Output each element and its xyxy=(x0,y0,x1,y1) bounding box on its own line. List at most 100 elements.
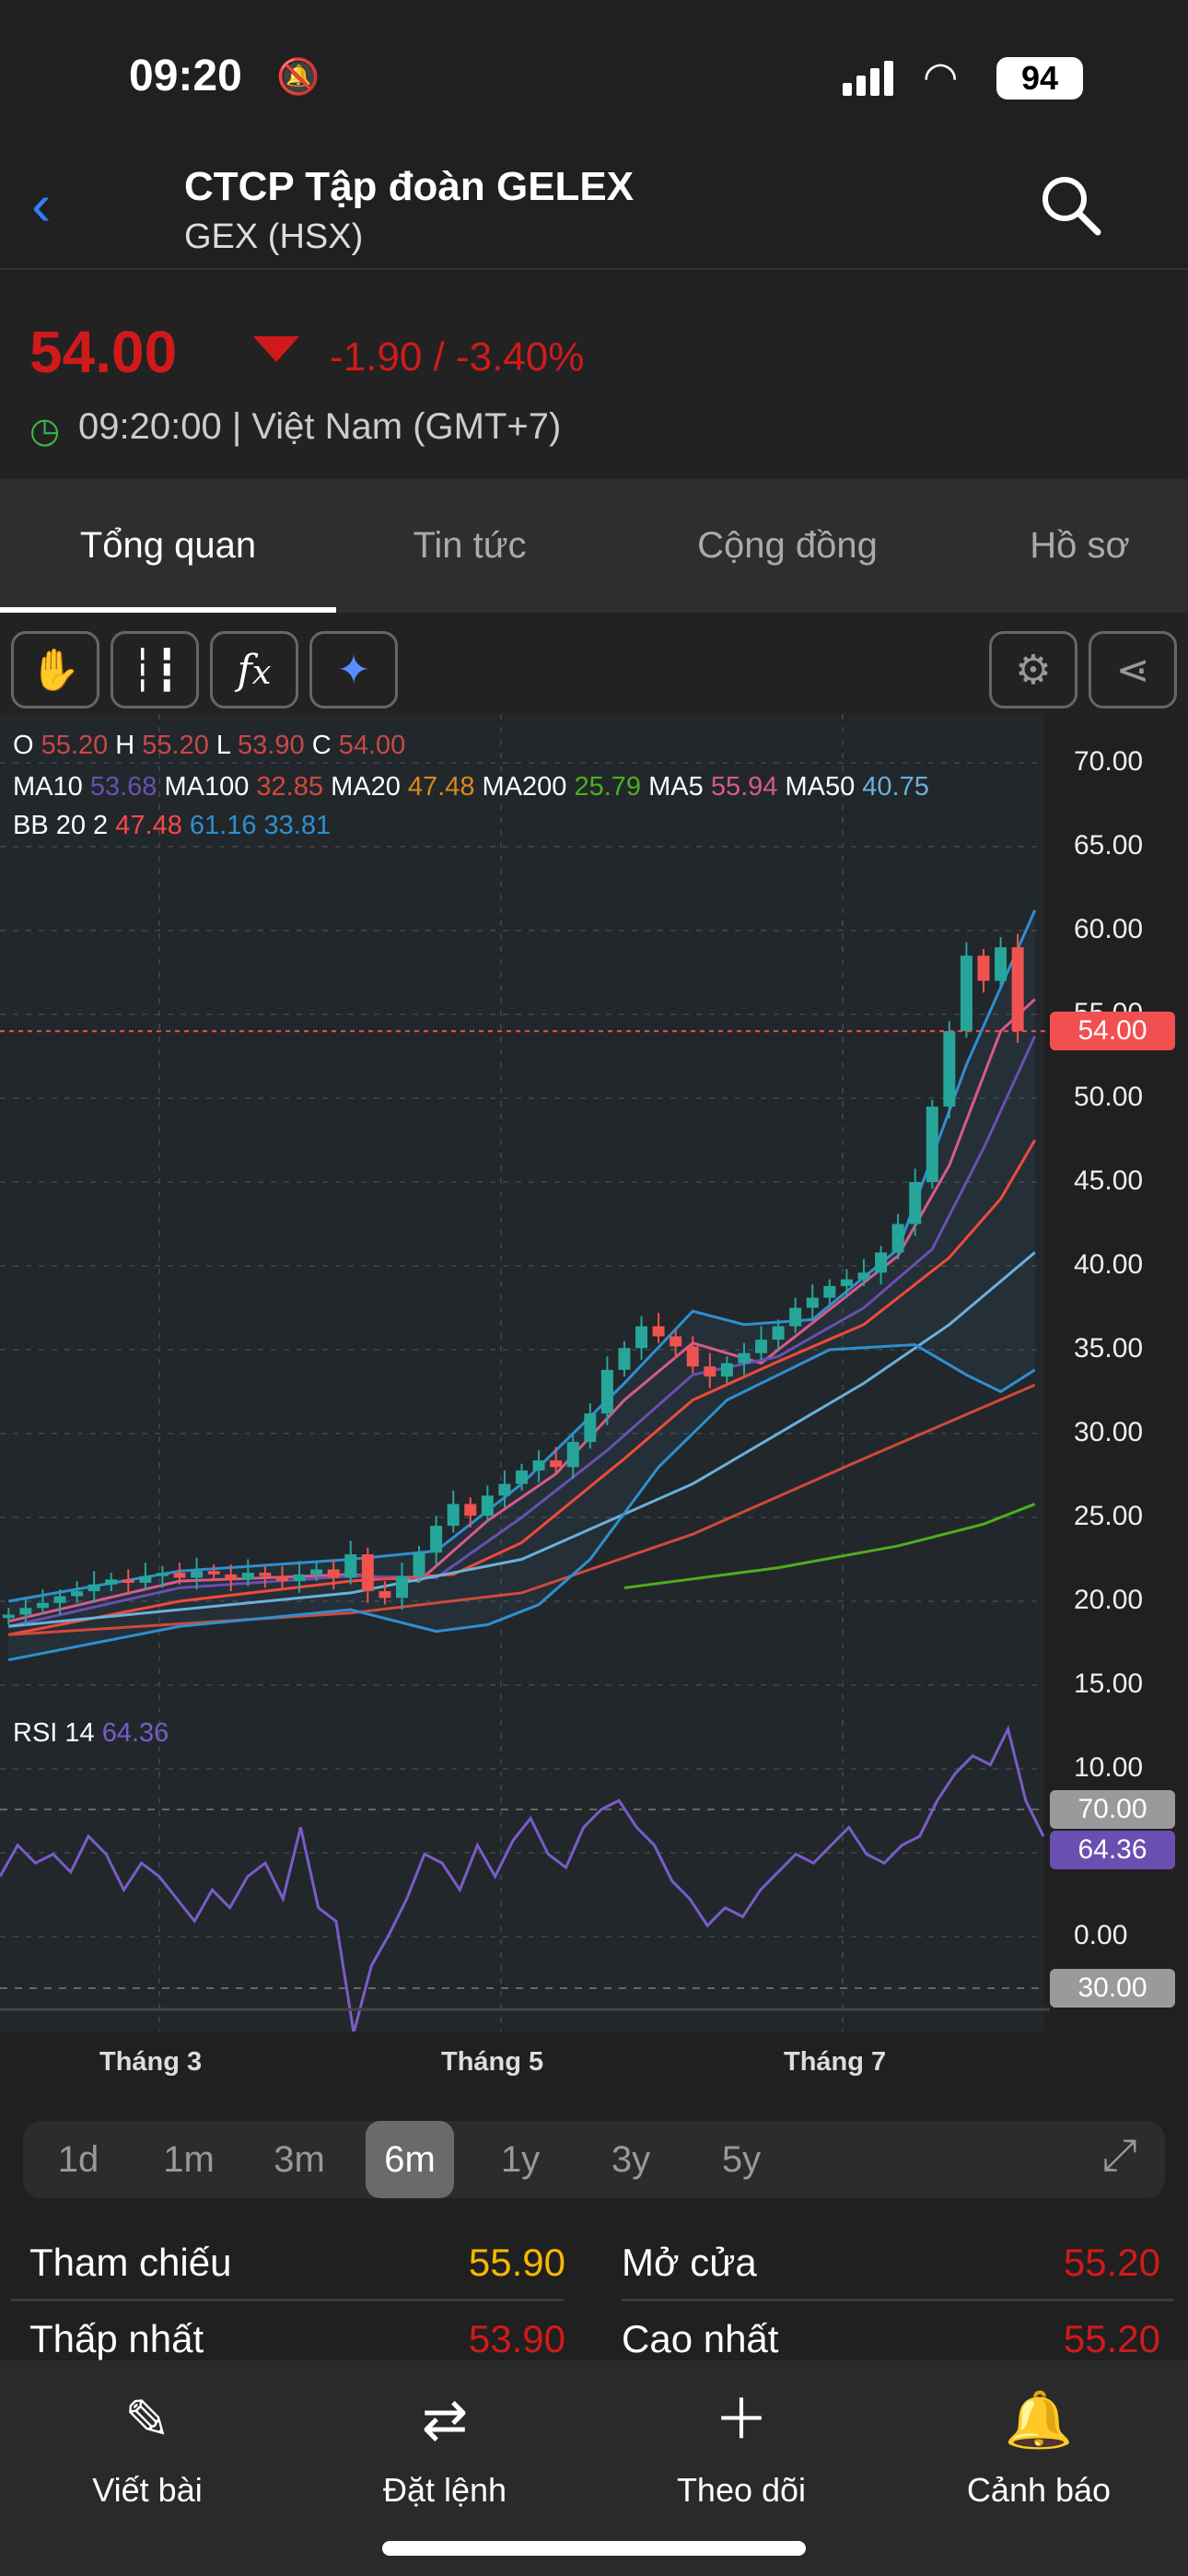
tab-profile[interactable]: Hồ sơ xyxy=(972,479,1188,613)
candle xyxy=(618,1348,631,1370)
candle xyxy=(71,1591,84,1597)
candle xyxy=(481,1495,494,1516)
candle xyxy=(755,1340,768,1353)
wifi-icon: ◠ xyxy=(923,54,959,100)
hand-tool-button[interactable]: ✋ xyxy=(11,631,99,708)
last-price-tag: 54.00 xyxy=(1050,1012,1175,1050)
rsi-value: 64.36 xyxy=(101,1718,169,1748)
period-3m[interactable]: 3m xyxy=(255,2121,344,2198)
settings-button[interactable]: ⚙ xyxy=(989,631,1077,708)
rsi-legend: RSI 14 64.36 xyxy=(13,1718,169,1749)
period-3y[interactable]: 3y xyxy=(587,2121,675,2198)
place-order-button[interactable]: ⇄ Đặt lệnh xyxy=(297,2388,592,2510)
candle xyxy=(207,1571,220,1575)
x-label: Tháng 5 xyxy=(441,2047,544,2077)
clock: 09:20 xyxy=(129,52,242,100)
candle xyxy=(173,1573,186,1578)
last-price: 54.00 xyxy=(29,319,178,385)
candle xyxy=(995,947,1007,981)
stat-value: 53.90 xyxy=(468,2317,565,2360)
bb-lower: 33.81 xyxy=(263,811,332,840)
candle xyxy=(566,1442,579,1468)
candle xyxy=(361,1554,374,1592)
candle xyxy=(275,1575,288,1582)
candle xyxy=(806,1297,819,1308)
candle xyxy=(600,1369,613,1414)
search-icon[interactable] xyxy=(1039,173,1103,238)
axis-tick: 0.00 xyxy=(1074,1920,1128,1950)
pencil-icon: ✎ xyxy=(123,2389,171,2451)
ticker: GEX (HSX) xyxy=(184,217,364,256)
candle xyxy=(241,1573,254,1580)
period-1y[interactable]: 1y xyxy=(476,2121,565,2198)
candle xyxy=(635,1326,648,1349)
ohlc-legend: O 55.20 H 55.20 L 53.90 C 54.00 xyxy=(13,731,405,761)
ohlc-key: L xyxy=(215,731,230,760)
candle xyxy=(840,1279,853,1286)
write-post-button[interactable]: ✎ Viết bài xyxy=(0,2388,295,2510)
fullscreen-icon[interactable]: ⤢ xyxy=(1102,2130,1137,2182)
function-icon: fx xyxy=(237,646,272,694)
page-title: CTCP Tập đoàn GELEX xyxy=(184,164,635,209)
follow-button[interactable]: ＋ Theo dõi xyxy=(594,2388,889,2510)
candle xyxy=(464,1504,477,1516)
ma-key: MA20 xyxy=(331,772,401,802)
candle xyxy=(447,1504,460,1527)
bb-label: BB 20 2 xyxy=(13,811,109,840)
candle xyxy=(327,1569,340,1578)
bb-mid: 47.48 xyxy=(115,811,182,840)
candle xyxy=(1011,947,1024,1032)
period-1d[interactable]: 1d xyxy=(34,2121,122,2198)
tab-bar: Tổng quan Tin tức Cộng đồng Hồ sơ xyxy=(0,479,1188,613)
axis-tick: 60.00 xyxy=(1074,914,1144,944)
period-6m[interactable]: 6m xyxy=(366,2121,454,2198)
period-1m[interactable]: 1m xyxy=(145,2121,233,2198)
battery-icon: 94 xyxy=(996,57,1083,100)
tab-community[interactable]: Cộng đồng xyxy=(603,479,972,613)
price-chart[interactable] xyxy=(0,714,1188,2032)
nav-label: Viết bài xyxy=(92,2471,203,2509)
indicators-button[interactable]: fx xyxy=(210,631,298,708)
candle xyxy=(156,1573,169,1576)
swap-icon: ⇄ xyxy=(421,2389,469,2451)
ohlc-key: C xyxy=(311,731,332,760)
axis-tick: 25.00 xyxy=(1074,1501,1144,1531)
candle xyxy=(943,1031,956,1107)
divider xyxy=(622,2299,1174,2301)
candle xyxy=(2,1614,15,1619)
candle xyxy=(875,1252,888,1273)
stat-value: 55.90 xyxy=(468,2241,565,2284)
candle xyxy=(344,1554,357,1578)
candlestick-icon: ┆┇ xyxy=(130,647,180,693)
candle xyxy=(53,1596,66,1603)
ma-value: 53.68 xyxy=(89,772,157,802)
share-button[interactable]: ⋖ xyxy=(1089,631,1177,708)
chart-type-button[interactable]: ┆┇ xyxy=(111,631,199,708)
ai-pattern-button[interactable]: ✦ xyxy=(309,631,398,708)
candle xyxy=(413,1552,425,1576)
chart-toolbar: ✋ ┆┇ fx ✦ ⚙ ⋖ xyxy=(0,613,1188,714)
tab-news[interactable]: Tin tức xyxy=(336,479,603,613)
axis-tick: 45.00 xyxy=(1074,1165,1144,1196)
alert-button[interactable]: 🔔 Cảnh báo xyxy=(891,2388,1186,2510)
silent-bell-icon: 🔕 xyxy=(276,58,320,97)
ma-key: MA50 xyxy=(785,772,856,802)
ma-key: MA5 xyxy=(648,772,704,802)
candle xyxy=(909,1182,922,1224)
sparkle-icon: ✦ xyxy=(336,647,371,693)
tab-overview[interactable]: Tổng quan xyxy=(0,479,336,613)
candle xyxy=(960,955,973,1032)
rsi-70-tag: 70.00 xyxy=(1050,1790,1175,1829)
axis-tick: 40.00 xyxy=(1074,1249,1144,1280)
stat-label: Mở cửa xyxy=(622,2241,757,2284)
ma-value: 25.79 xyxy=(574,772,642,802)
ma-value: 40.75 xyxy=(862,772,929,802)
candle xyxy=(191,1571,204,1578)
candle xyxy=(395,1575,408,1598)
stat-value: 55.20 xyxy=(1063,2317,1160,2360)
bb-upper: 61.16 xyxy=(189,811,257,840)
back-icon[interactable]: ‹ xyxy=(31,175,51,234)
period-5y[interactable]: 5y xyxy=(697,2121,786,2198)
candle xyxy=(430,1526,443,1553)
status-bar: 09:20 🔕 ◠ 94 xyxy=(0,0,1188,138)
